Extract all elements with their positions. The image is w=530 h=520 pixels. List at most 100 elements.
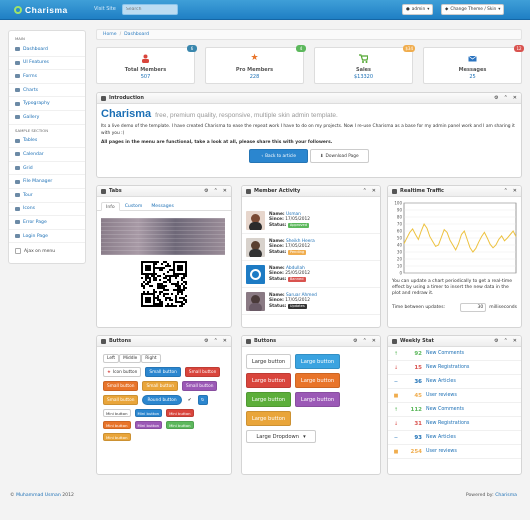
check-icon[interactable]: ✔	[185, 395, 194, 405]
close-icon[interactable]: ✕	[513, 95, 517, 101]
mini-button[interactable]: Mini button	[103, 433, 131, 441]
large-button[interactable]: Large button	[246, 373, 291, 388]
middle-button[interactable]: Middle	[119, 354, 142, 363]
back-to-article-button[interactable]: ‹ Back to article	[249, 149, 309, 163]
theme-dropdown[interactable]: ◆ Change Theme / Skin ▾	[441, 4, 505, 15]
download-page-button[interactable]: ⬇ Download Page	[309, 149, 369, 163]
small-button[interactable]: Small button	[142, 381, 178, 391]
member-name[interactable]: Saruar Ahmed	[286, 293, 317, 298]
author-link[interactable]: Muhammad Usman	[16, 493, 61, 498]
large-button[interactable]: Large button	[295, 373, 340, 388]
close-icon[interactable]: ✕	[223, 188, 227, 194]
admin-dropdown[interactable]: ● admin ▾	[402, 4, 434, 15]
tab-messages[interactable]: Messages	[147, 202, 178, 211]
cog-icon[interactable]: ⚙	[204, 338, 208, 344]
chevron-up-icon[interactable]: ⌃	[504, 338, 508, 344]
sidebar-item-ui-features[interactable]: UI Features	[9, 57, 85, 71]
small-button[interactable]: Small button	[103, 395, 139, 405]
sidebar-item-calendar[interactable]: Calendar	[9, 148, 85, 162]
mini-button[interactable]: Mini button	[103, 409, 131, 417]
member-name[interactable]: Sheikh Heera	[286, 239, 315, 244]
stat-link[interactable]: New Registrations	[426, 365, 469, 370]
close-icon[interactable]: ✕	[372, 188, 376, 194]
ajax-toggle[interactable]: Ajax on menu	[9, 243, 85, 259]
stat-tile-sales[interactable]: Sales $13320 $34	[314, 45, 415, 84]
sidebar-item-typography[interactable]: Typography	[9, 97, 85, 111]
stat-link[interactable]: New Articles	[426, 435, 456, 440]
cog-icon[interactable]: ⚙	[204, 188, 208, 194]
visit-site-link[interactable]: Visit Site	[94, 6, 116, 12]
stat-link[interactable]: User reviews	[426, 393, 457, 398]
mini-button[interactable]: Mini button	[103, 421, 131, 429]
round-button[interactable]: Round button	[142, 395, 182, 405]
mini-button[interactable]: Mini button	[166, 421, 194, 429]
sidebar-item-dashboard[interactable]: Dashboard	[9, 43, 85, 57]
member-name[interactable]: Abdullah	[286, 266, 305, 271]
tab-custom[interactable]: Custom	[121, 202, 147, 211]
avatar[interactable]	[246, 210, 265, 230]
mini-button[interactable]: Mini button	[134, 409, 163, 417]
close-icon[interactable]: ✕	[513, 188, 517, 194]
breadcrumb-current[interactable]: Dashboard	[124, 32, 149, 37]
refresh-icon[interactable]: ↻	[197, 395, 208, 405]
large-button[interactable]: Large button	[246, 354, 291, 369]
stat-link[interactable]: User reviews	[426, 449, 457, 454]
search-input[interactable]	[122, 4, 178, 15]
member-name[interactable]: Usman	[286, 212, 301, 217]
small-button[interactable]: Small button	[145, 367, 181, 377]
chevron-up-icon[interactable]: ⌃	[214, 188, 218, 194]
breadcrumb-home[interactable]: Home	[103, 32, 117, 37]
small-button[interactable]: Small button	[181, 381, 218, 391]
small-button[interactable]: Small button	[103, 381, 139, 391]
sidebar-item-login-page[interactable]: Login Page	[9, 230, 85, 244]
large-button[interactable]: Large button	[295, 392, 340, 407]
close-icon[interactable]: ✕	[223, 338, 227, 344]
small-button[interactable]: Small button	[184, 367, 221, 377]
stat-link[interactable]: New Registrations	[426, 421, 469, 426]
stat-link[interactable]: New Comments	[426, 407, 464, 412]
cog-icon[interactable]: ⚙	[353, 338, 357, 344]
cog-icon[interactable]: ⚙	[494, 95, 498, 101]
chevron-up-icon[interactable]: ⌃	[363, 188, 367, 194]
large-dropdown-button[interactable]: Large Dropdown ▾	[246, 430, 316, 443]
sidebar-item-charts[interactable]: Charts	[9, 84, 85, 98]
stat-tile-pro-members[interactable]: ★ Pro Members 228 4	[205, 45, 306, 84]
large-button[interactable]: Large button	[246, 411, 291, 426]
stat-tile-messages[interactable]: Messages 25 12	[423, 45, 524, 84]
ajax-checkbox[interactable]	[15, 248, 21, 255]
chevron-up-icon[interactable]: ⌃	[504, 95, 508, 101]
large-button[interactable]: Large button	[246, 392, 291, 407]
tint-icon: ◆	[445, 7, 449, 12]
right-button[interactable]: Right	[141, 354, 161, 363]
sidebar-item-error-page[interactable]: Error Page	[9, 216, 85, 230]
mini-button[interactable]: Mini button	[166, 409, 194, 417]
chevron-up-icon[interactable]: ⌃	[363, 338, 367, 344]
sidebar-item-tour[interactable]: Tour	[9, 189, 85, 203]
brand-link[interactable]: Charisma	[495, 493, 517, 498]
stat-link[interactable]: New Comments	[426, 351, 464, 356]
sidebar-item-tables[interactable]: Tables	[9, 135, 85, 149]
icon-button[interactable]: ★ Icon button	[103, 367, 142, 377]
sidebar-item-file-manager[interactable]: File Manager	[9, 175, 85, 189]
chevron-up-icon[interactable]: ⌃	[504, 188, 508, 194]
brand-logo[interactable]: Charisma	[14, 3, 68, 16]
chevron-up-icon[interactable]: ⌃	[214, 338, 218, 344]
sidebar-item-gallery[interactable]: Gallery	[9, 111, 85, 125]
tab-info[interactable]: Info	[101, 202, 120, 211]
sidebar-item-icons[interactable]: Icons	[9, 203, 85, 217]
cog-icon[interactable]: ⚙	[494, 338, 498, 344]
update-interval-input[interactable]: 30	[460, 303, 487, 312]
avatar[interactable]	[246, 237, 265, 257]
sidebar-item-forms[interactable]: Forms	[9, 70, 85, 84]
sidebar-item-grid[interactable]: Grid	[9, 162, 85, 176]
stat-link[interactable]: New Articles	[426, 379, 456, 384]
weekly-stat-box: Weekly Stat ⚙ ⌃ ✕ ↑ 92 New Comments ↓ 15 New Re…	[387, 335, 522, 475]
left-button[interactable]: Left	[103, 354, 120, 363]
mini-button[interactable]: Mini button	[134, 421, 163, 429]
avatar[interactable]	[246, 264, 265, 284]
large-button[interactable]: Large button	[295, 354, 340, 369]
stat-tile-total-members[interactable]: Total Members 507 6	[96, 45, 197, 84]
close-icon[interactable]: ✕	[372, 338, 376, 344]
close-icon[interactable]: ✕	[513, 338, 517, 344]
avatar[interactable]	[246, 291, 265, 311]
